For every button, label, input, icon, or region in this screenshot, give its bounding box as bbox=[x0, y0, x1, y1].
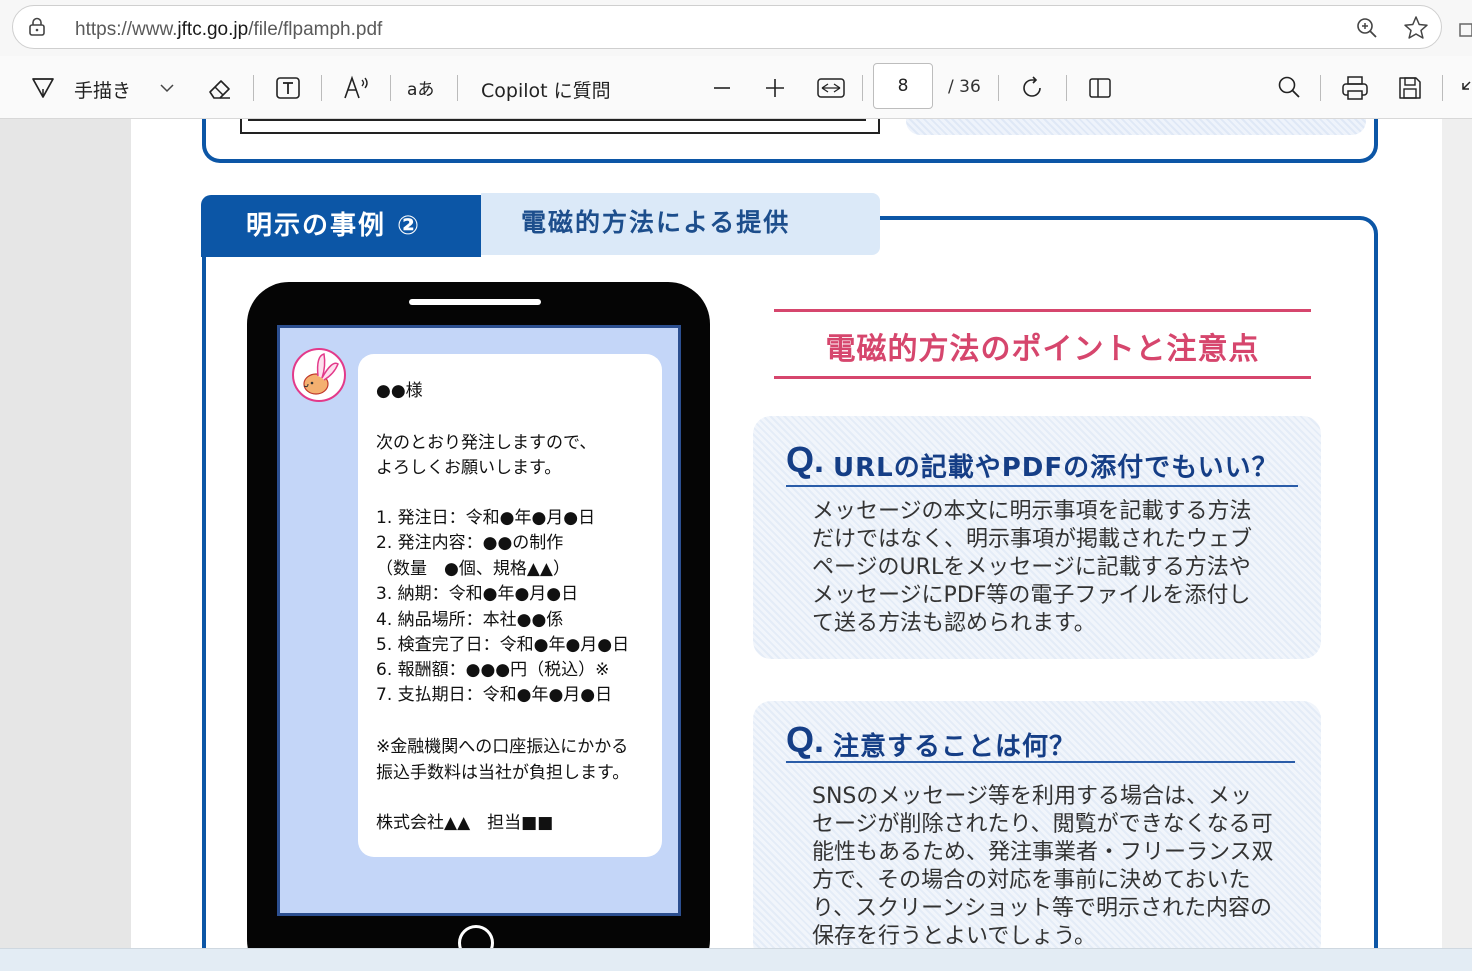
message-line: 1. 発注日：令和●年●月●日 bbox=[376, 508, 596, 528]
url-path: /file/flpamph.pdf bbox=[248, 19, 383, 40]
fit-width-icon[interactable] bbox=[816, 76, 846, 100]
message-line: 振込手数料は当社が負担します。 bbox=[376, 763, 630, 783]
draw-button-label[interactable]: 手描き bbox=[74, 76, 131, 103]
faq-answer-line: 能性もあるため、発注事業者・フリーランス双 bbox=[812, 840, 1274, 865]
faq-answer-line: ページのURLをメッセージに記載する方法や bbox=[812, 555, 1251, 580]
read-aloud-icon[interactable] bbox=[342, 74, 372, 102]
message-line: 7. 支払期日：令和●年●月●日 bbox=[376, 685, 613, 705]
search-icon[interactable] bbox=[1276, 74, 1302, 100]
toolbar-divider bbox=[390, 75, 391, 101]
zoom-in-icon[interactable] bbox=[763, 76, 787, 100]
toolbar-divider bbox=[862, 75, 863, 101]
toolbar-divider bbox=[457, 75, 458, 101]
message-line: よろしくお願いします。 bbox=[376, 458, 562, 478]
favorite-star-icon[interactable] bbox=[1403, 15, 1429, 41]
message-line: 5. 検査完了日：令和●年●月●日 bbox=[376, 635, 630, 655]
translate-icon[interactable]: aあ bbox=[406, 74, 440, 102]
q-mark: Q. bbox=[786, 439, 825, 480]
toolbar-divider bbox=[1442, 75, 1443, 101]
expand-icon[interactable] bbox=[1460, 78, 1472, 98]
toolbar-divider bbox=[1066, 75, 1067, 101]
points-title: 電磁的方法のポイントと注意点 bbox=[825, 332, 1260, 367]
chevron-down-icon[interactable] bbox=[159, 82, 175, 94]
toolbar-divider bbox=[998, 75, 999, 101]
faq-answer-line: り、スクリーンショット等で明示された内容の bbox=[812, 896, 1273, 921]
faq-answer-line: 方で、その場合の対応を事前に決めておいた bbox=[812, 868, 1251, 893]
lock-icon[interactable] bbox=[27, 17, 47, 37]
pdf-page[interactable]: 電磁的方法による提供 明示の事例 ② ●●様 次のとおり発注しますので、 よろし… bbox=[131, 119, 1442, 949]
section-subtitle: 電磁的方法による提供 bbox=[481, 193, 880, 255]
message-line: 次のとおり発注しますので、 bbox=[376, 433, 597, 453]
title-rule-top bbox=[774, 309, 1311, 312]
q-mark: Q. bbox=[786, 719, 825, 760]
faq-answer-line: だけではなく、明示事項が掲載されたウェブ bbox=[812, 527, 1253, 552]
previous-table-row bbox=[248, 119, 866, 121]
address-bar: https://www.jftc.go.jp/file/flpamph.pdf bbox=[0, 0, 1472, 56]
zoom-icon[interactable] bbox=[1355, 16, 1379, 40]
zoom-out-icon[interactable] bbox=[710, 78, 734, 98]
extension-icon[interactable] bbox=[1458, 22, 1472, 38]
text-box-icon[interactable] bbox=[274, 74, 302, 102]
toolbar-divider bbox=[321, 75, 322, 101]
faq-question-2: 注意することは何？ bbox=[833, 732, 1077, 762]
phone-speaker bbox=[409, 299, 541, 305]
svg-text:aあ: aあ bbox=[407, 80, 434, 100]
section-tab-label: 明示の事例 ② bbox=[201, 195, 481, 257]
message-line: ●●様 bbox=[376, 381, 423, 401]
faq-answer-line: メッセージの本文に明示事項を記載する方法 bbox=[812, 499, 1252, 524]
page-view-icon[interactable] bbox=[1086, 74, 1114, 102]
url-text[interactable]: https://www.jftc.go.jp/file/flpamph.pdf bbox=[75, 19, 382, 41]
message-line: 4. 納品場所：本社●●係 bbox=[376, 610, 564, 630]
page-total: / 36 bbox=[948, 77, 981, 97]
title-rule-bottom bbox=[774, 376, 1311, 379]
message-line: 3. 納期：令和●年●月●日 bbox=[376, 584, 579, 604]
url-field[interactable]: https://www.jftc.go.jp/file/flpamph.pdf bbox=[12, 5, 1442, 49]
pdf-toolbar: 手描き aあ Copilot に質問 8 / 36 bbox=[0, 56, 1472, 119]
eraser-icon[interactable] bbox=[206, 74, 234, 102]
faq-question-1: URLの記載やPDFの添付でもいい？ bbox=[833, 453, 1279, 483]
question-underline bbox=[786, 761, 1295, 763]
question-underline bbox=[786, 485, 1298, 487]
message-line: 株式会社▲▲ 担当■■ bbox=[376, 813, 554, 833]
message-line: 6. 報酬額：●●●円（税込）※ bbox=[376, 660, 610, 680]
faq-answer-line: 保存を行うとよいでしょう。 bbox=[812, 924, 1097, 949]
vertical-scrollbar[interactable] bbox=[1442, 119, 1472, 949]
page-number-input[interactable]: 8 bbox=[873, 63, 933, 109]
message-line: ※金融機関への口座振込にかかる bbox=[376, 737, 629, 757]
url-host: jftc.go.jp bbox=[177, 19, 249, 40]
faq-answer-line: メッセージにPDF等の電子ファイルを添付し bbox=[812, 583, 1251, 608]
draw-pen-icon[interactable] bbox=[30, 75, 56, 101]
faq-answer-line: て送る方法も認められます。 bbox=[812, 611, 1096, 636]
toolbar-divider bbox=[1320, 75, 1321, 101]
url-prefix: https://www. bbox=[75, 19, 178, 40]
message-line: 2. 発注内容：●●の制作 bbox=[376, 533, 564, 553]
message-line: （数量 ●個、規格▲▲） bbox=[376, 559, 570, 579]
faq-answer-line: セージが削除されたり、閲覧ができなくなる可 bbox=[812, 812, 1273, 837]
previous-table-fragment bbox=[240, 119, 880, 134]
taskbar-strip bbox=[0, 948, 1472, 971]
print-icon[interactable] bbox=[1340, 74, 1370, 102]
sender-avatar-icon bbox=[292, 348, 346, 402]
rotate-icon[interactable] bbox=[1018, 74, 1046, 102]
copilot-ask-button[interactable]: Copilot に質問 bbox=[481, 76, 611, 103]
previous-dotted-panel bbox=[906, 119, 1366, 135]
toolbar-divider bbox=[253, 75, 254, 101]
save-icon[interactable] bbox=[1396, 74, 1424, 102]
faq-answer-line: SNSのメッセージ等を利用する場合は、メッ bbox=[812, 784, 1252, 809]
